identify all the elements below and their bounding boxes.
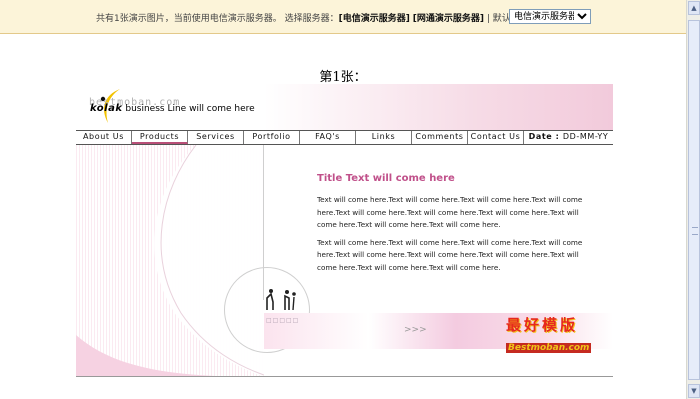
badge-chinese-text: 最好模版 — [506, 316, 579, 334]
people-figures-icon — [266, 289, 296, 311]
decorative-left-pane — [76, 145, 264, 377]
main-content: Title Text will come here Text will come… — [317, 173, 597, 279]
vertical-scrollbar[interactable]: ▲ ▼ — [686, 0, 700, 399]
brand-tagline: business Line will come here — [125, 104, 255, 114]
nav-about-us[interactable]: About Us — [76, 131, 132, 144]
server-info-label: 共有1张演示图片，当前使用电信演示服务器。 选择服务器： — [96, 14, 339, 24]
nav-contact-us[interactable]: Contact Us — [468, 131, 524, 144]
server-netcom-link[interactable]: [网通演示服务器] — [413, 14, 484, 24]
nav-portfolio[interactable]: Portfolio — [244, 131, 300, 144]
nav-faqs[interactable]: FAQ's — [300, 131, 356, 144]
nav-comments[interactable]: Comments — [412, 131, 468, 144]
date-label: Date : — [528, 132, 560, 141]
scroll-up-arrow-icon[interactable]: ▲ — [688, 1, 700, 15]
content-title: Title Text will come here — [317, 173, 455, 184]
bottom-rule — [76, 376, 613, 377]
swoosh-decoration-icon — [76, 145, 264, 377]
slide-heading: 第1张： — [319, 70, 367, 85]
nav-date: Date : DD-MM-YY — [524, 131, 613, 144]
brand-line: kolak business Line will come here — [90, 103, 255, 114]
scroll-down-arrow-icon[interactable]: ▼ — [688, 384, 700, 398]
nav-services[interactable]: Services — [188, 131, 244, 144]
template-preview: bestmoban.com kolak business Line will c… — [76, 84, 613, 377]
bestmoban-badge: 最好模版 Bestmoban.com — [506, 314, 602, 353]
square-dots-icon: □□□□□ — [266, 317, 300, 324]
nav-products[interactable]: Products — [132, 131, 188, 144]
scroll-thumb[interactable] — [688, 20, 700, 380]
date-value: DD-MM-YY — [562, 132, 609, 141]
badge-english-text: Bestmoban.com — [506, 343, 592, 353]
demo-info-text: 共有1张演示图片，当前使用电信演示服务器。 选择服务器：[电信演示服务器] [网… — [96, 11, 538, 24]
grip-icon — [692, 227, 698, 235]
server-telecom-link[interactable]: [电信演示服务器] — [339, 14, 410, 24]
template-header: bestmoban.com kolak business Line will c… — [76, 84, 613, 130]
paragraph-1: Text will come here.Text will come here.… — [317, 195, 583, 229]
nav-links[interactable]: Links — [356, 131, 412, 144]
brand-name: kolak — [90, 103, 123, 114]
server-select[interactable]: 电信演示服务器 — [509, 9, 591, 24]
demo-info-bar: 共有1张演示图片，当前使用电信演示服务器。 选择服务器：[电信演示服务器] [网… — [0, 0, 686, 34]
template-nav: About Us Products Services Portfolio FAQ… — [76, 130, 613, 145]
paragraph-2: Text will come here.Text will come here.… — [317, 237, 583, 272]
arrows-icon: >>> — [404, 325, 427, 335]
